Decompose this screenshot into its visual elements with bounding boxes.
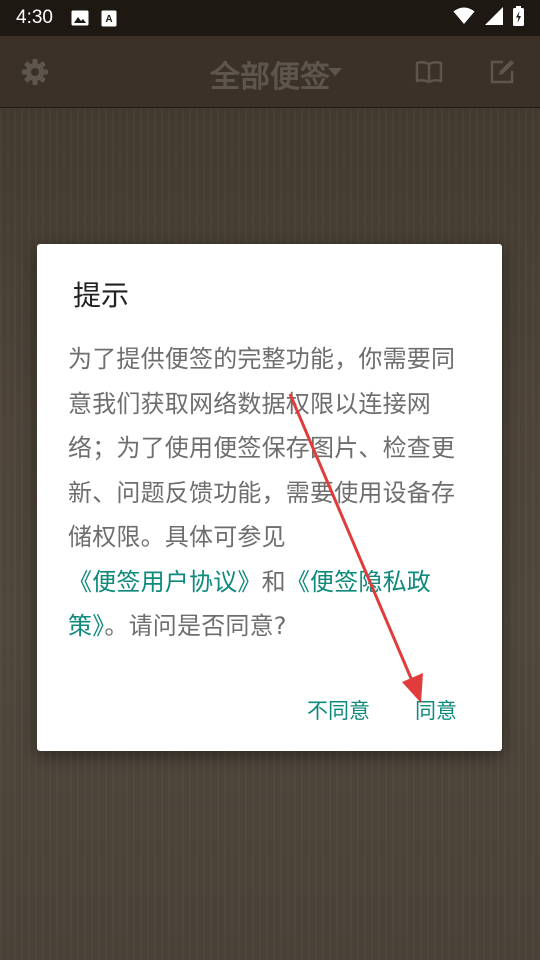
status-time: 4:30 — [16, 7, 53, 28]
dialog-title: 提示 — [73, 279, 130, 312]
chevron-down-icon[interactable] — [328, 68, 342, 76]
dialog-body-and: 和 — [261, 567, 286, 596]
signal-icon — [485, 7, 503, 29]
wifi-icon — [453, 7, 475, 29]
permission-dialog: 提示 为了提供便签的完整功能，你需要同意我们获取网络数据权限以连接网络；为了使用… — [37, 244, 502, 751]
status-bar: 4:30 A — [0, 0, 540, 36]
app-bar: 全部便签 — [0, 36, 540, 108]
page-title[interactable]: 全部便签 — [0, 52, 540, 96]
image-icon — [71, 10, 89, 26]
dialog-message: 为了提供便签的完整功能，你需要同意我们获取网络数据权限以连接网络；为了使用便签保… — [68, 337, 478, 649]
a-badge-icon: A — [101, 10, 117, 27]
edit-icon[interactable] — [489, 59, 517, 89]
svg-text:A: A — [105, 14, 112, 25]
disagree-button[interactable]: 不同意 — [307, 695, 370, 725]
battery-charging-icon — [513, 6, 524, 30]
agree-button[interactable]: 同意 — [415, 695, 457, 725]
dialog-body-question: 。请问是否同意? — [104, 612, 287, 640]
book-icon[interactable] — [415, 60, 443, 88]
dialog-body-text: 为了提供便签的完整功能，你需要同意我们获取网络数据权限以连接网络；为了使用便签保… — [68, 345, 456, 551]
user-agreement-link[interactable]: 《便签用户协议》 — [68, 568, 262, 596]
